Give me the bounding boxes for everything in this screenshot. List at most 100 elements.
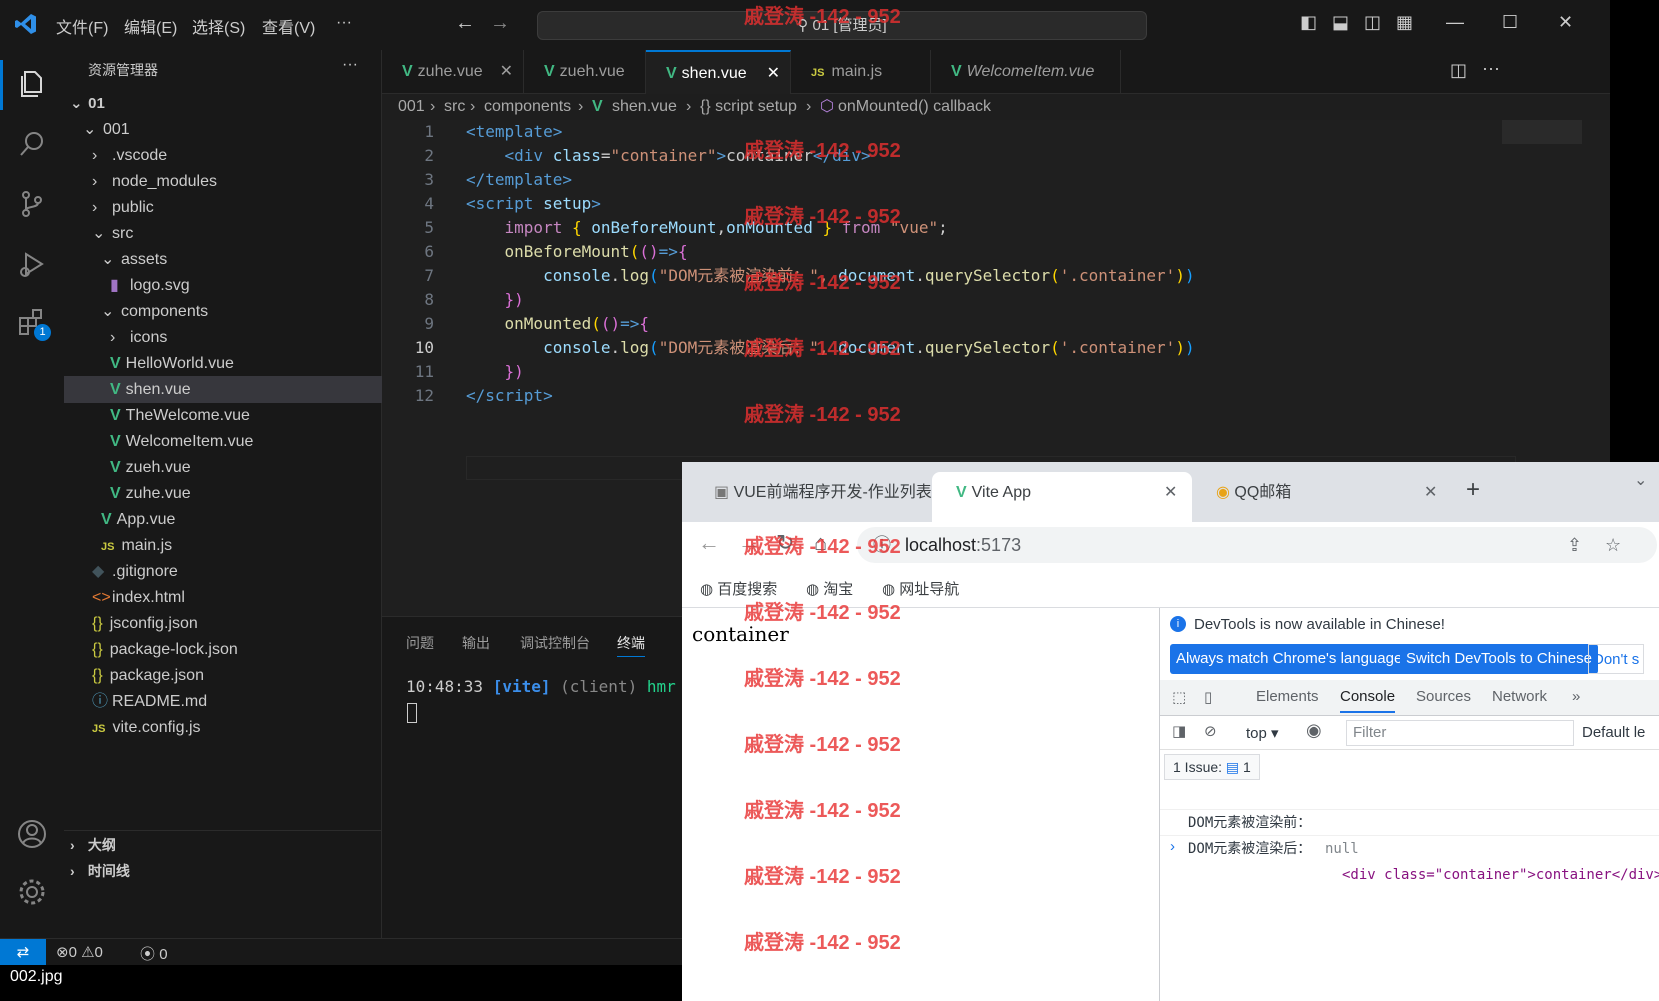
tree-item[interactable]: V WelcomeItem.vue xyxy=(64,428,382,455)
accounts-icon[interactable] xyxy=(16,818,48,850)
editor-tab[interactable]: Vshen.vue ✕ xyxy=(646,50,791,94)
bookmark-nav[interactable]: ◍ 网址导航 xyxy=(882,578,959,599)
tree-item[interactable]: {} package.json xyxy=(64,662,382,689)
forward-arrow-icon[interactable]: → xyxy=(738,530,760,556)
back-arrow-icon[interactable]: ← xyxy=(698,530,720,556)
menu-file[interactable]: 文件(F) xyxy=(56,14,108,38)
eye-icon[interactable]: ◉ xyxy=(1306,720,1322,741)
explorer-icon[interactable] xyxy=(16,68,48,100)
tab-close-icon[interactable]: ✕ xyxy=(1424,472,1437,514)
tree-item[interactable]: JS vite.config.js xyxy=(64,714,382,741)
menu-selection[interactable]: 选择(S) xyxy=(192,14,245,38)
breadcrumb-item[interactable]: shen.vue xyxy=(612,94,677,120)
tree-item[interactable]: › .vscode xyxy=(64,142,382,169)
switch-chinese-button[interactable]: Switch DevTools to Chinese xyxy=(1400,644,1598,674)
tab-close-icon[interactable]: ✕ xyxy=(500,50,513,94)
toggle-secondary-sidebar-icon[interactable]: ◫ xyxy=(1364,12,1381,33)
toggle-panel-icon[interactable]: ⬓ xyxy=(1332,12,1349,33)
remote-icon[interactable]: ⇄ xyxy=(0,939,46,965)
tree-item[interactable]: › node_modules xyxy=(64,168,382,195)
editor-more-icon[interactable]: ··· xyxy=(1482,58,1500,79)
breadcrumb-item[interactable]: {} script setup xyxy=(700,94,797,120)
run-debug-icon[interactable] xyxy=(16,248,48,280)
tree-item[interactable]: ▮ logo.svg xyxy=(64,272,382,299)
outline-section[interactable]: › 大纲 xyxy=(64,832,382,859)
timeline-section[interactable]: › 时间线 xyxy=(64,858,382,885)
menu-more[interactable]: ··· xyxy=(336,14,352,32)
editor-tab[interactable]: Vzueh.vue xyxy=(524,50,646,94)
tree-item[interactable]: ⌄ assets xyxy=(64,246,382,273)
tree-item[interactable]: V App.vue xyxy=(64,506,382,533)
match-language-button[interactable]: Always match Chrome's language xyxy=(1170,644,1409,674)
minimize-icon[interactable]: — xyxy=(1446,12,1464,33)
minimap[interactable] xyxy=(1502,120,1582,144)
tree-item[interactable]: {} jsconfig.json xyxy=(64,610,382,637)
reload-icon[interactable]: ↻ xyxy=(776,530,794,556)
panel-tab-problems[interactable]: 问题 xyxy=(406,633,434,653)
tree-item[interactable]: JS main.js xyxy=(64,532,382,559)
bookmark-baidu[interactable]: ◍ 百度搜索 xyxy=(700,578,777,599)
split-editor-icon[interactable]: ◫ xyxy=(1450,60,1467,81)
issues-button[interactable]: 1 Issue: ▤ 1 xyxy=(1164,754,1260,780)
bookmark-star-icon[interactable]: ☆ xyxy=(1605,527,1621,563)
tree-item[interactable]: Vzuhe.vue xyxy=(64,480,382,507)
extensions-icon[interactable]: 1 xyxy=(16,306,51,341)
filter-input[interactable]: Filter xyxy=(1346,720,1574,746)
tree-item[interactable]: Vzueh.vue xyxy=(64,454,382,481)
clear-console-icon[interactable]: ⊘ xyxy=(1204,722,1217,740)
terminal-output[interactable]: 10:48:33 [vite] (client) hmr u xyxy=(406,677,695,696)
command-center[interactable]: ⚲ 01 [管理员] xyxy=(537,11,1147,40)
tree-item[interactable]: Vshen.vue xyxy=(64,376,382,403)
breadcrumb-item[interactable]: components xyxy=(484,94,571,120)
inspect-icon[interactable]: ⬚ xyxy=(1172,688,1186,706)
tree-item[interactable]: ⌄ src xyxy=(64,220,382,247)
tab-search-chevron-icon[interactable]: ⌄ xyxy=(1634,470,1647,490)
tree-item[interactable]: › icons xyxy=(64,324,382,351)
editor-tab[interactable]: V WelcomeItem.vue xyxy=(931,50,1121,94)
search-icon[interactable] xyxy=(16,128,48,160)
devtools-tab-elements[interactable]: Elements xyxy=(1256,688,1319,705)
editor-tab[interactable]: JS main.js xyxy=(791,50,931,94)
forward-arrow-icon[interactable]: → xyxy=(490,12,510,35)
tree-item[interactable]: ⌄ 001 xyxy=(64,116,382,143)
tree-item[interactable]: <>index.html xyxy=(64,584,382,611)
device-toggle-icon[interactable]: ▯ xyxy=(1204,688,1212,706)
back-arrow-icon[interactable]: ← xyxy=(455,12,475,35)
tree-item[interactable]: › public xyxy=(64,194,382,221)
editor-tab[interactable]: Vzuhe.vue ✕ xyxy=(382,50,524,94)
panel-tab-terminal[interactable]: 终端 xyxy=(617,633,645,657)
bookmark-taobao[interactable]: ◍ 淘宝 xyxy=(806,578,853,599)
devtools-tab-sources[interactable]: Sources xyxy=(1416,688,1471,705)
console-prompt-icon[interactable]: › xyxy=(1170,838,1175,855)
dont-show-button[interactable]: Don't s xyxy=(1588,644,1645,674)
maximize-icon[interactable]: ☐ xyxy=(1502,12,1518,33)
browser-tab[interactable]: ▣ VUE前端程序开发-作业列表 xyxy=(690,472,932,522)
tab-close-icon[interactable]: ✕ xyxy=(1164,472,1177,514)
tab-close-icon[interactable]: ✕ xyxy=(767,52,780,96)
source-control-icon[interactable] xyxy=(16,188,48,220)
tree-item[interactable]: ⓘ README.md xyxy=(64,688,382,715)
explorer-more-button[interactable]: ··· xyxy=(342,56,358,74)
tree-item[interactable]: ◆ .gitignore xyxy=(64,558,382,585)
new-tab-icon[interactable]: + xyxy=(1466,476,1480,504)
tree-item[interactable]: {} package-lock.json xyxy=(64,636,382,663)
tree-item[interactable]: V HelloWorld.vue xyxy=(64,350,382,377)
breadcrumb-item[interactable]: src xyxy=(444,94,465,120)
tree-item[interactable]: V TheWelcome.vue xyxy=(64,402,382,429)
menu-edit[interactable]: 编辑(E) xyxy=(124,14,177,38)
devtools-tab-console[interactable]: Console xyxy=(1340,688,1396,713)
close-icon[interactable]: ✕ xyxy=(1558,12,1573,33)
breadcrumb-item[interactable]: onMounted() callback xyxy=(838,94,991,120)
panel-tab-debug-console[interactable]: 调试控制台 xyxy=(520,633,590,653)
ports-status[interactable]: ⦿ 0 xyxy=(140,943,168,964)
panel-tab-output[interactable]: 输出 xyxy=(462,633,490,653)
menu-view[interactable]: 查看(V) xyxy=(262,14,315,38)
home-icon[interactable]: ⌂ xyxy=(814,530,827,556)
workspace-root[interactable]: ⌄ 01 xyxy=(64,90,382,117)
address-bar[interactable]: ⓘ localhost:5173 ⇪ ☆ xyxy=(857,527,1657,563)
site-info-icon[interactable]: ⓘ xyxy=(873,527,891,563)
settings-gear-icon[interactable] xyxy=(16,876,48,908)
share-icon[interactable]: ⇪ xyxy=(1567,527,1582,563)
toggle-sidebar-icon[interactable]: ◧ xyxy=(1300,12,1317,33)
breadcrumb-item[interactable]: 001 xyxy=(398,94,425,120)
